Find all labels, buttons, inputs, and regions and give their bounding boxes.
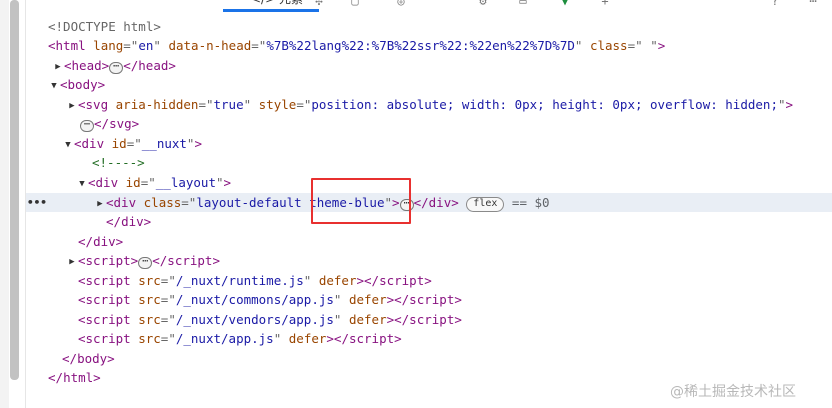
node-div-layout-close[interactable]: </div> xyxy=(106,212,151,231)
collapsed-content-icon[interactable]: ⋯ xyxy=(138,257,153,269)
more-options-icon[interactable]: ⋯ xyxy=(806,0,820,8)
node-div-nuxt-close[interactable]: </div> xyxy=(78,232,123,251)
network-icon[interactable]: ▢ xyxy=(348,0,362,8)
node-html[interactable]: <html lang="en" data-n-head="%7B%22lang%… xyxy=(48,36,665,55)
node-script-commons[interactable]: <script src="/_nuxt/commons/app.js" defe… xyxy=(78,290,462,309)
collapse-arrow-icon[interactable]: ▼ xyxy=(62,136,74,155)
row-options-dots[interactable]: ••• xyxy=(27,193,47,212)
node-head[interactable]: ▶ <head> ⋯ </head> xyxy=(52,56,176,75)
node-svg-close[interactable]: ⋯ </svg> xyxy=(80,114,139,133)
node-comment[interactable]: <!----> xyxy=(92,153,145,172)
collapsed-content-icon[interactable]: ⋯ xyxy=(80,120,95,132)
annotation-highlight-box xyxy=(311,178,411,224)
expand-arrow-icon[interactable]: ▶ xyxy=(66,97,78,116)
flex-badge[interactable]: flex xyxy=(466,197,505,212)
node-doctype[interactable]: <!DOCTYPE html> xyxy=(48,17,161,36)
application-icon[interactable]: ▭ xyxy=(516,0,530,8)
node-script-app[interactable]: <script src="/_nuxt/app.js" defer></scri… xyxy=(78,329,402,348)
node-body[interactable]: ▼ <body> xyxy=(48,75,105,94)
memory-icon[interactable]: ⚙ xyxy=(476,0,490,8)
watermark: @稀土掘金技术社区 xyxy=(670,384,796,400)
console-ref: == $0 xyxy=(511,195,550,210)
collapse-arrow-icon[interactable]: ▼ xyxy=(48,77,60,96)
expand-arrow-icon[interactable]: ▶ xyxy=(66,253,78,272)
collapse-arrow-icon[interactable]: ▼ xyxy=(76,175,88,194)
sources-icon[interactable]: ✣ xyxy=(312,0,326,8)
code-icon: </> xyxy=(251,0,275,6)
performance-icon[interactable]: ◎ xyxy=(394,0,408,8)
expand-arrow-icon[interactable]: ▶ xyxy=(94,195,106,214)
node-html-close[interactable]: </html> xyxy=(48,368,101,387)
collapsed-content-icon[interactable]: ⋯ xyxy=(109,62,124,74)
scrollbar-thumb[interactable] xyxy=(10,0,19,380)
more-tools-icon[interactable]: + xyxy=(598,0,612,8)
node-script-inline[interactable]: ▶ <script> ⋯ </script> xyxy=(66,251,220,270)
active-tab-indicator xyxy=(223,9,319,12)
node-svg[interactable]: ▶ <svg aria-hidden="true" style="position… xyxy=(66,95,793,114)
node-div-nuxt[interactable]: ▼ <div id="__nuxt"> xyxy=(62,134,202,153)
devtools-toolbar: </> 元素 ✣ ▢ ◎ ⚙ ▭ ▼ + ? ⋯ xyxy=(26,0,832,12)
node-script-runtime[interactable]: <script src="/_nuxt/runtime.js" defer></… xyxy=(78,271,432,290)
left-panel-edge xyxy=(0,0,9,408)
lighthouse-icon[interactable]: ▼ xyxy=(558,0,572,8)
node-body-close[interactable]: </body> xyxy=(62,349,115,368)
help-icon[interactable]: ? xyxy=(768,0,782,8)
tab-elements[interactable]: </> 元素 xyxy=(223,0,319,12)
node-div-layout[interactable]: ▼ <div id="__layout"> xyxy=(76,173,231,192)
node-script-vendors[interactable]: <script src="/_nuxt/vendors/app.js" defe… xyxy=(78,310,462,329)
tab-elements-label: 元素 xyxy=(279,0,303,6)
